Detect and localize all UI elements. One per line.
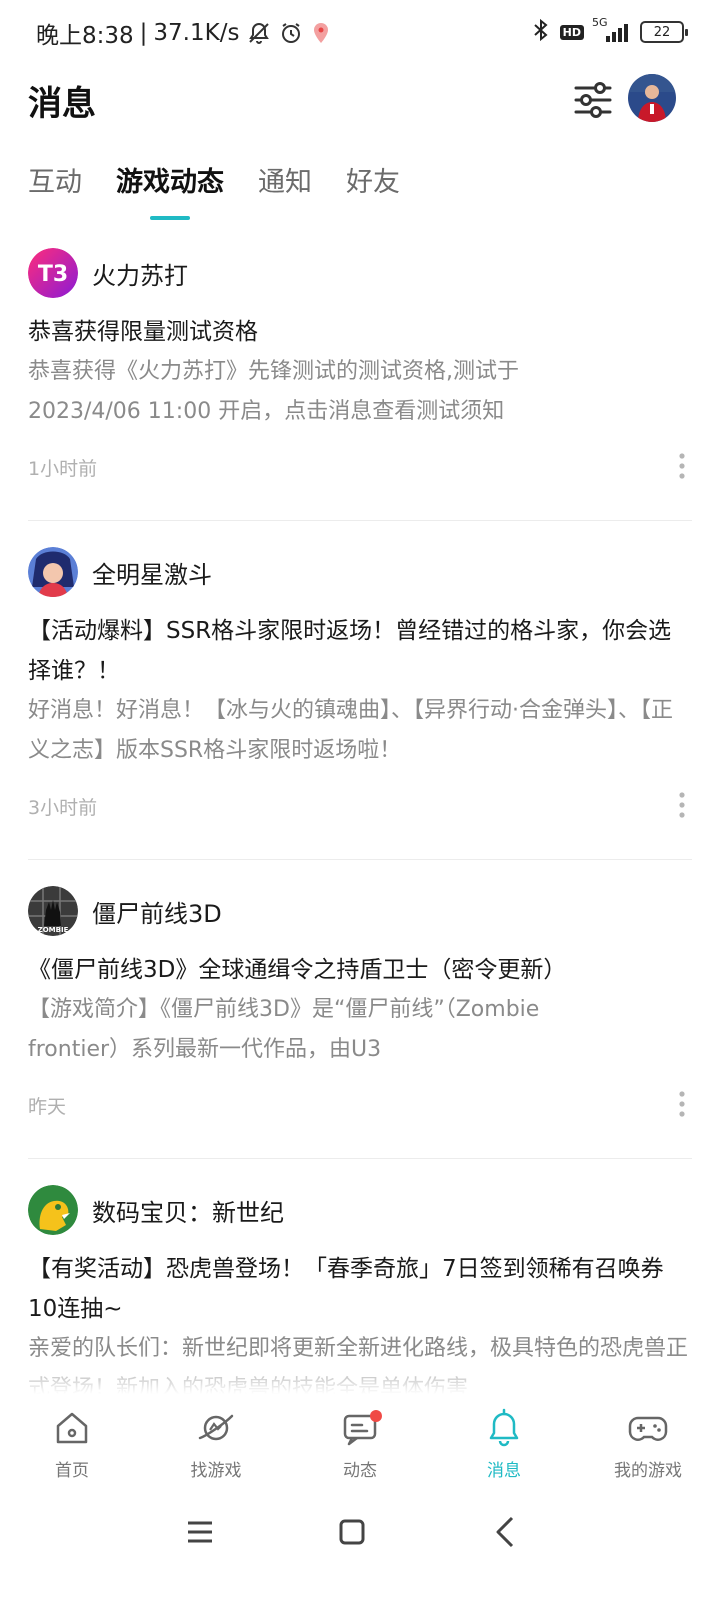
message-tabs: 互动 游戏动态 通知 好友 <box>28 160 434 224</box>
status-right: HD 5G 22 <box>530 16 688 46</box>
message-title: 《僵尸前线3D》全球通缉令之持盾卫士（密令更新） <box>28 957 567 983</box>
message-header: 数码宝贝：新世纪 <box>28 1185 692 1235</box>
notification-badge <box>370 1410 382 1422</box>
game-icon[interactable] <box>28 547 78 597</box>
message-time: 1小时前 <box>28 458 98 480</box>
nav-messages-label: 消息 <box>487 1461 521 1481</box>
message-card[interactable]: 全明星激斗 【活动爆料】SSR格斗家限时返场！曾经错过的格斗家，你会选择谁？！ … <box>0 521 720 839</box>
location-pin-icon <box>311 21 331 45</box>
nav-my-games-label: 我的游戏 <box>614 1461 682 1481</box>
filter-settings-icon[interactable] <box>574 80 612 120</box>
game-icon-text: ZOMBIE <box>38 926 69 934</box>
message-card[interactable]: ZOMBIE 僵尸前线3D 《僵尸前线3D》全球通缉令之持盾卫士（密令更新） 【… <box>0 860 720 1138</box>
message-card[interactable]: T3 火力苏打 恭喜获得限量测试资格 恭喜获得《火力苏打》先锋测试的测试资格,测… <box>0 248 720 500</box>
nav-messages[interactable]: 消息 <box>432 1394 576 1494</box>
more-options-icon[interactable] <box>678 791 686 819</box>
status-time: 晚上8:38 <box>36 23 134 49</box>
game-icon[interactable]: T3 <box>28 248 78 298</box>
status-separator: | <box>139 20 148 46</box>
battery-icon: 22 <box>640 21 688 43</box>
nav-my-games[interactable]: 我的游戏 <box>576 1394 720 1494</box>
home-square-icon[interactable] <box>332 1512 372 1552</box>
menu-icon[interactable] <box>180 1512 220 1552</box>
gamepad-icon <box>628 1408 668 1448</box>
message-header: ZOMBIE 僵尸前线3D <box>28 886 692 936</box>
nav-find-games[interactable]: 找游戏 <box>144 1394 288 1494</box>
more-options-icon[interactable] <box>678 452 686 480</box>
alarm-clock-icon <box>279 21 303 45</box>
game-name[interactable]: 僵尸前线3D <box>92 894 222 929</box>
status-bar: 晚上8:38 | 37.1K/s HD 5G 22 <box>0 0 720 66</box>
tab-game-news[interactable]: 游戏动态 <box>116 160 224 220</box>
bell-icon <box>484 1408 524 1448</box>
game-icon[interactable]: ZOMBIE <box>28 886 78 936</box>
message-title: 【有奖活动】恐虎兽登场！「春季奇旅」7日签到领稀有召唤券10连抽~ <box>28 1256 664 1322</box>
nav-home-label: 首页 <box>55 1461 89 1481</box>
message-footer: 3小时前 <box>28 779 692 839</box>
message-title: 恭喜获得限量测试资格 <box>28 319 258 345</box>
home-icon <box>52 1408 92 1448</box>
tab-friends[interactable]: 好友 <box>346 160 400 220</box>
message-header: T3 火力苏打 <box>28 248 692 298</box>
user-avatar[interactable] <box>628 74 676 122</box>
system-navigation-bar <box>0 1494 720 1600</box>
nav-feed-label: 动态 <box>343 1461 377 1481</box>
game-name[interactable]: 全明星激斗 <box>92 555 212 590</box>
message-footer: 昨天 <box>28 1078 692 1138</box>
battery-level: 22 <box>653 24 671 40</box>
back-icon[interactable] <box>486 1512 526 1552</box>
mute-bell-icon <box>247 21 271 45</box>
bluetooth-icon <box>530 18 552 46</box>
signal-icon: 5G <box>592 16 632 44</box>
message-title: 【活动爆料】SSR格斗家限时返场！曾经错过的格斗家，你会选择谁？！ <box>28 618 672 684</box>
tab-notifications[interactable]: 通知 <box>258 160 312 220</box>
message-footer: 1小时前 <box>28 440 692 500</box>
message-header: 全明星激斗 <box>28 547 692 597</box>
hd-icon: HD <box>559 24 584 40</box>
message-body: 【游戏简介】《僵尸前线3D》是“僵尸前线”（Zombie frontier）系列… <box>28 997 540 1062</box>
game-icon[interactable] <box>28 1185 78 1235</box>
planet-icon <box>196 1408 236 1448</box>
message-body: 好消息！好消息！【冰与火的镇魂曲】、【异界行动·合金弹头】、【正义之志】版本SS… <box>28 698 673 763</box>
game-name[interactable]: 数码宝贝：新世纪 <box>92 1193 284 1228</box>
nav-find-games-label: 找游戏 <box>190 1461 242 1481</box>
message-list: T3 火力苏打 恭喜获得限量测试资格 恭喜获得《火力苏打》先锋测试的测试资格,测… <box>0 248 720 1394</box>
list-fade-overlay <box>0 1354 720 1394</box>
game-icon-text: T3 <box>38 262 68 287</box>
message-body: 恭喜获得《火力苏打》先锋测试的测试资格,测试于2023/4/06 11:00 开… <box>28 359 519 424</box>
page-title: 消息 <box>28 84 96 124</box>
message-time: 昨天 <box>28 1096 67 1118</box>
status-left: 晚上8:38 | 37.1K/s <box>36 16 331 50</box>
nav-home[interactable]: 首页 <box>0 1394 144 1494</box>
bottom-nav: 首页 找游戏 动态 消息 我的游戏 <box>0 1394 720 1494</box>
game-name[interactable]: 火力苏打 <box>92 256 188 291</box>
header: 消息 <box>0 66 720 136</box>
nav-feed[interactable]: 动态 <box>288 1394 432 1494</box>
tab-interaction[interactable]: 互动 <box>28 160 82 220</box>
status-speed: 37.1K/s <box>153 20 240 46</box>
message-time: 3小时前 <box>28 797 98 819</box>
more-options-icon[interactable] <box>678 1090 686 1118</box>
